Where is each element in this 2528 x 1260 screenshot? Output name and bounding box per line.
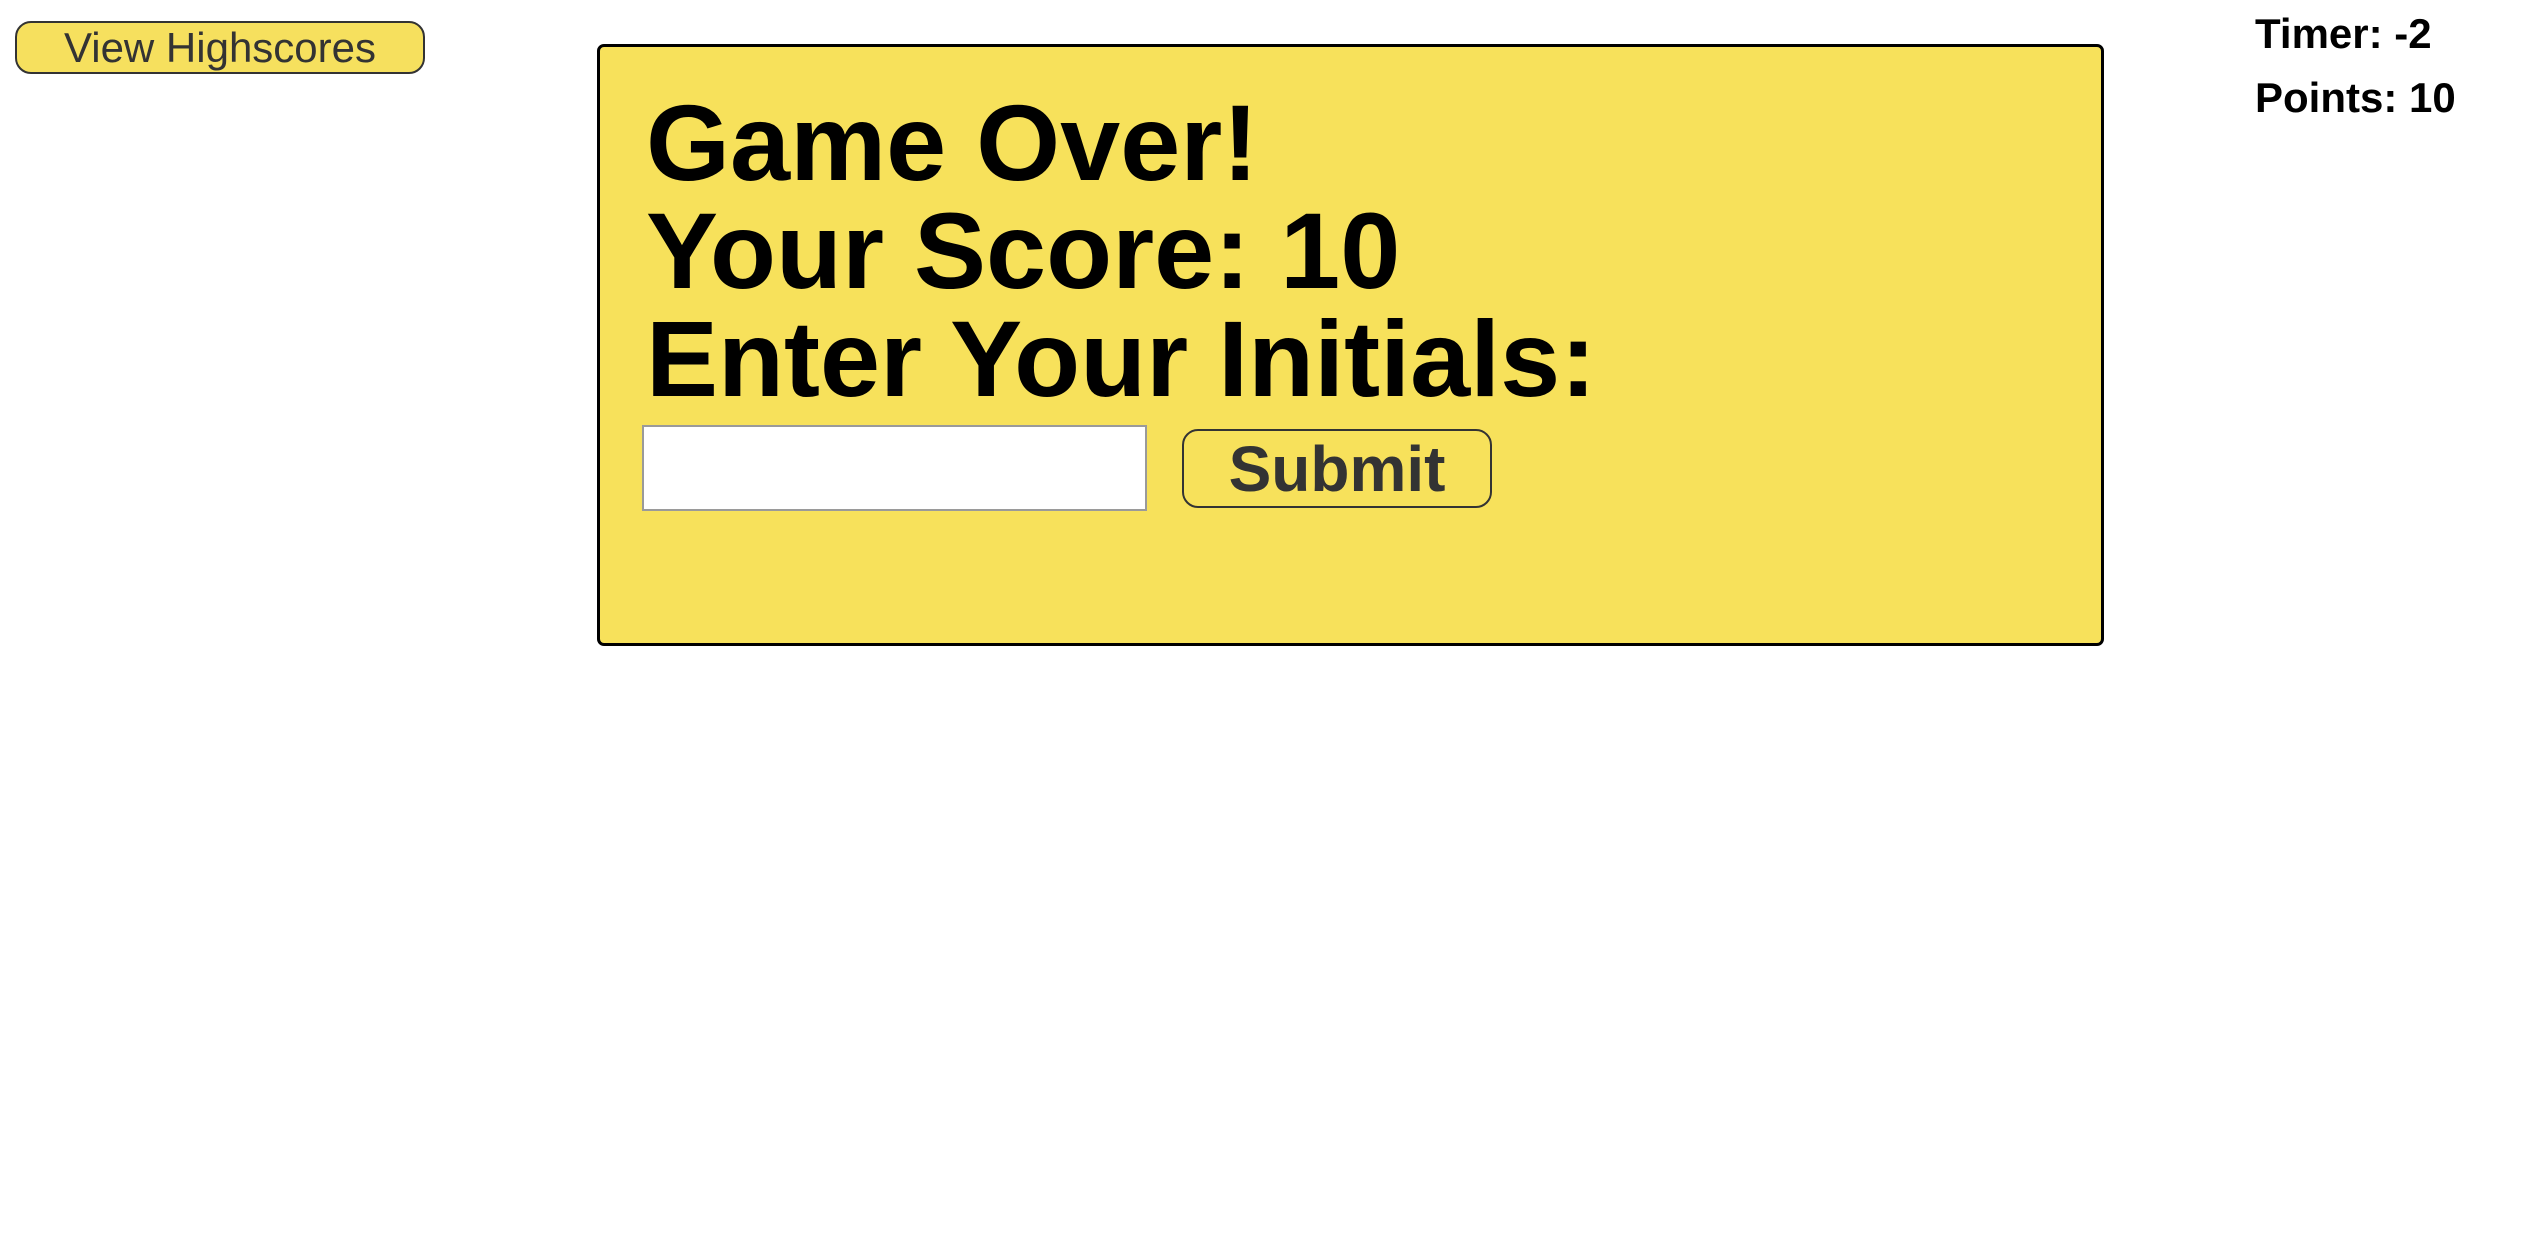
submit-button[interactable]: Submit [1182,429,1492,508]
game-over-card: Game Over! Your Score: 10 Enter Your Ini… [597,44,2104,646]
view-highscores-button[interactable]: View Highscores [15,21,425,74]
initials-prompt: Enter Your Initials: [646,298,1597,419]
points-display: Points: 10 [2255,74,2456,121]
page: View Highscores Timer: -2 Points: 10 Gam… [0,0,2528,1260]
final-score-text: Your Score: 10 [646,190,1401,311]
timer-display: Timer: -2 [2255,10,2432,57]
stats-panel: Timer: -2 Points: 10 [2255,2,2456,130]
game-over-title: Game Over! [646,82,1259,203]
initials-input[interactable] [642,425,1147,511]
